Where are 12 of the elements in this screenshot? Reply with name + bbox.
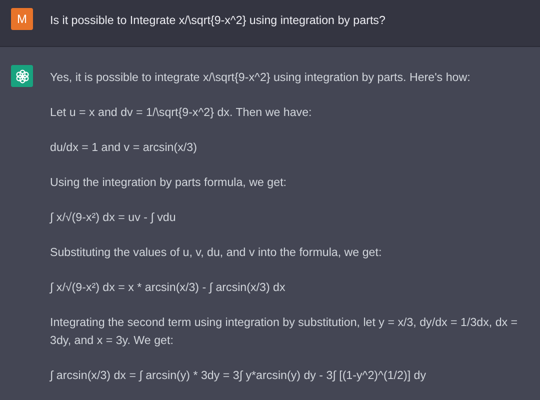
answer-paragraph: ∫ x/√(9-x²) dx = uv - ∫ vdu (50, 210, 177, 226)
answer-paragraph: Let u = x and dv = 1/\sqrt{9-x^2} dx. Then we have: (50, 105, 313, 121)
user-avatar: M (11, 8, 33, 30)
answer-paragraph: ∫ arcsin(x/3) dx = ∫ arcsin(y) * 3dy = 3∫ y*arcsin(y) dy - 3∫ [(1-y^2)^(1/2)] dy (50, 368, 428, 384)
answer-paragraph: Using the integration by parts formula, we get: (50, 175, 288, 191)
answer-paragraph: Yes, it is possible to integrate x/\sqrt{9-x^2} using integration by parts. Here's how: (50, 70, 472, 86)
answer-paragraph: du/dx = 1 and v = arcsin(x/3) (50, 140, 198, 156)
answer-paragraph: Substituting the values of u, v, du, and v into the formula, we get: (50, 245, 383, 261)
answer-paragraph: ∫ x/√(9-x²) dx = x * arcsin(x/3) - ∫ arcsin(x/3) dx (50, 280, 286, 296)
question-text: Is it possible to Integrate x/\sqrt{9-x^2} using integration by parts? (50, 13, 386, 29)
swirl-icon (14, 68, 30, 84)
answer-paragraph: Integrating the second term using integration by substitution, let y = x/3, dy/dx = 1/3dx, dx = 3dy, and x = 3y. We get: (50, 315, 519, 349)
